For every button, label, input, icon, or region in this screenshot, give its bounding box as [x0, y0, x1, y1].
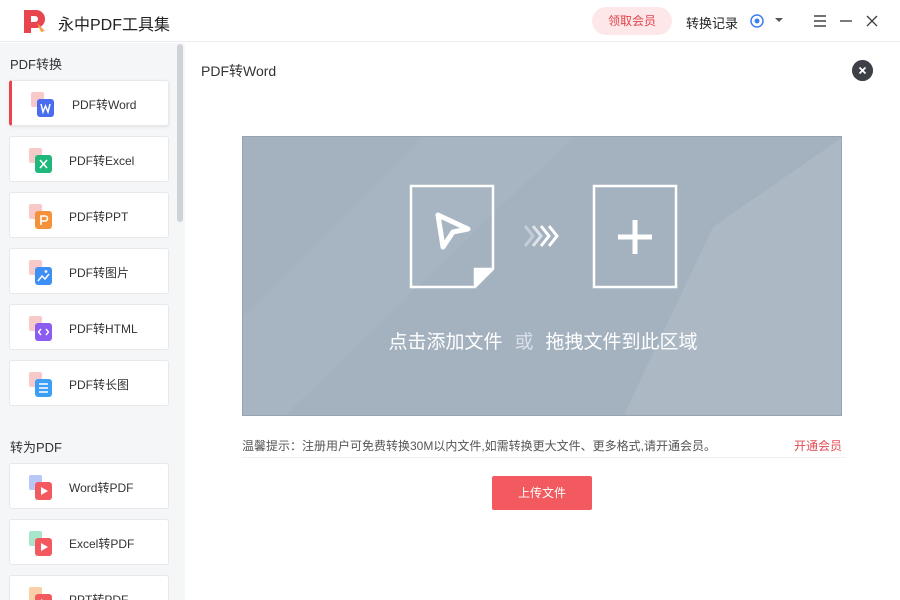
conversion-history-link[interactable]: 转换记录	[686, 13, 738, 32]
ppt-to-pdf-icon	[29, 587, 52, 600]
sidebar-item-label: Word转PDF	[69, 481, 134, 495]
drop-zone-instructions: 点击添加文件或拖拽文件到此区域	[243, 327, 841, 354]
tip-row: 温馨提示：注册用户可免费转换30M以内文件,如需转换更大文件、更多格式,请开通会…	[242, 434, 846, 458]
close-window-icon[interactable]	[862, 11, 882, 31]
tip-text: 温馨提示：注册用户可免费转换30M以内文件,如需转换更大文件、更多格式,请开通会…	[242, 439, 717, 453]
sidebar-item-ppt-to-pdf[interactable]: PPT转PDF	[9, 575, 169, 600]
long-image-doc-icon	[29, 372, 52, 397]
sidebar-item-label: PPT转PDF	[69, 593, 129, 600]
convert-arrows-icon	[523, 225, 559, 247]
sidebar-item-pdf-to-ppt[interactable]: PDF转PPT	[9, 192, 169, 238]
sidebar-item-label: PDF转Word	[72, 98, 137, 112]
drop-zone-graphic	[243, 137, 841, 415]
sidebar-item-label: PDF转Excel	[69, 154, 135, 168]
sidebar-item-pdf-to-html[interactable]: PDF转HTML	[9, 304, 169, 350]
ppt-doc-icon	[29, 204, 52, 229]
upload-file-button[interactable]: 上传文件	[492, 476, 592, 510]
sidebar-item-label: PDF转PPT	[69, 210, 129, 224]
sidebar-item-label: PDF转图片	[69, 266, 130, 280]
sidebar-item-pdf-to-image[interactable]: PDF转图片	[9, 248, 169, 294]
page-title: PDF转Word	[201, 63, 277, 79]
sidebar-item-excel-to-pdf[interactable]: Excel转PDF	[9, 519, 169, 565]
drag-file-text: 拖拽文件到此区域	[545, 332, 698, 353]
add-file-icon	[592, 184, 678, 289]
image-doc-icon	[29, 260, 52, 285]
word-doc-icon	[31, 92, 54, 117]
user-avatar-icon[interactable]	[750, 14, 764, 28]
sidebar-scrollbar[interactable]	[177, 44, 183, 222]
file-drop-zone[interactable]: 点击添加文件或拖拽文件到此区域	[242, 136, 842, 416]
excel-doc-icon	[29, 148, 52, 173]
sidebar-item-label: PDF转HTML	[69, 322, 138, 336]
sidebar-item-word-to-pdf[interactable]: Word转PDF	[9, 463, 169, 509]
close-panel-icon[interactable]	[852, 60, 873, 81]
section-title-pdf-convert: PDF转换	[10, 57, 63, 72]
or-text: 或	[514, 332, 534, 353]
menu-icon[interactable]	[810, 11, 830, 31]
title-bar: 永中PDF工具集 领取会员 转换记录	[0, 0, 900, 42]
excel-to-pdf-icon	[29, 531, 52, 556]
sidebar-item-label: PDF转长图	[69, 378, 130, 392]
sidebar-item-pdf-to-word[interactable]: PDF转Word	[9, 80, 169, 126]
minimize-icon[interactable]	[836, 11, 856, 31]
sidebar-item-pdf-to-long-image[interactable]: PDF转长图	[9, 360, 169, 406]
sidebar-item-label: Excel转PDF	[69, 537, 135, 551]
get-vip-button[interactable]: 领取会员	[592, 7, 672, 35]
sidebar-item-pdf-to-excel[interactable]: PDF转Excel	[9, 136, 169, 182]
section-title-to-pdf: 转为PDF	[10, 440, 63, 455]
open-vip-link[interactable]: 开通会员	[794, 437, 842, 454]
html-doc-icon	[29, 316, 52, 341]
add-file-text: 点击添加文件	[388, 332, 503, 353]
word-to-pdf-icon	[29, 475, 52, 500]
caret-down-icon[interactable]	[774, 14, 784, 26]
app-logo-icon	[24, 10, 45, 33]
sidebar: PDF转换 PDF转Word PDF转Excel PDF转PPT PDF转图片 …	[0, 43, 185, 600]
app-title: 永中PDF工具集	[58, 17, 171, 34]
